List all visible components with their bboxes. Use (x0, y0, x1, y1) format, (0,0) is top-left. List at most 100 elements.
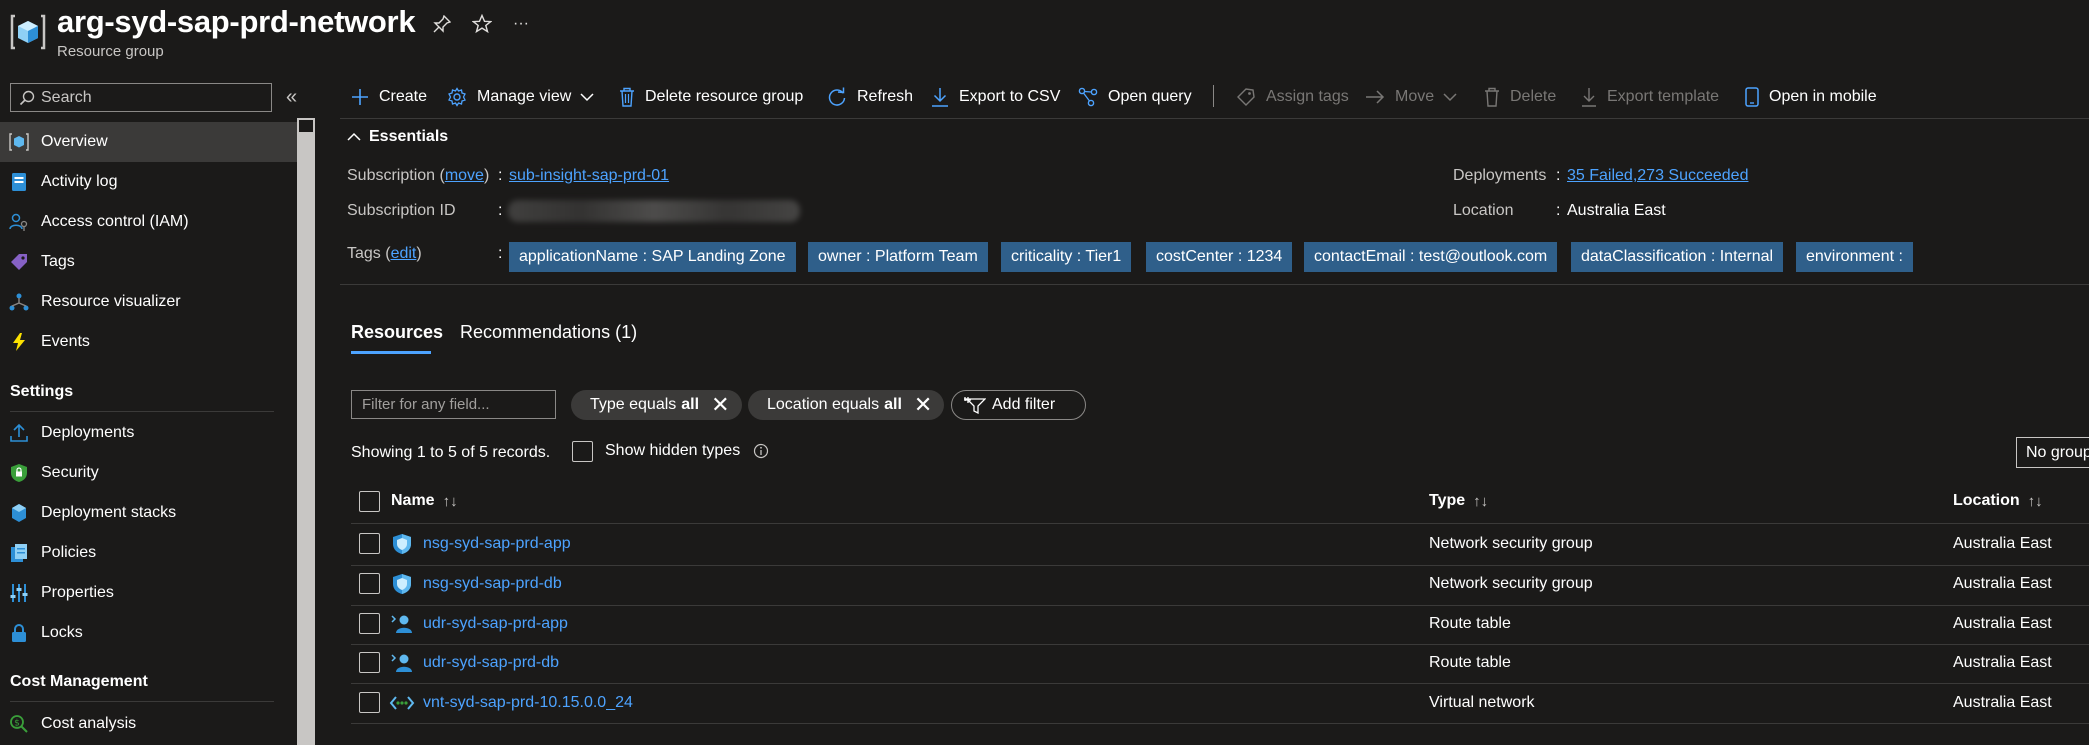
sidebar-item-label: Deployments (41, 424, 135, 441)
row-checkbox[interactable] (359, 613, 380, 634)
subscription-id-redacted (508, 200, 800, 222)
sidebar-item-events[interactable]: Events (0, 322, 297, 362)
lightning-icon (9, 332, 29, 352)
resource-location: Australia East (1953, 575, 2052, 592)
chevron-up-icon (347, 132, 361, 142)
subscription-id-label: Subscription ID (347, 202, 456, 219)
chevron-down-icon (1443, 92, 1457, 102)
tags-label: Tags (edit) (347, 245, 422, 262)
resource-type: Network security group (1429, 575, 1593, 592)
resource-name-link[interactable]: vnt-syd-sap-prd-10.15.0.0_24 (423, 694, 633, 712)
sort-icon[interactable]: ↑↓ (443, 493, 458, 510)
essentials-bottom-divider (340, 284, 2089, 285)
open-query-button[interactable]: Open query (1078, 84, 1192, 110)
sidebar-item-resource-visualizer[interactable]: Resource visualizer (0, 282, 297, 322)
sidebar-scrollbar[interactable] (297, 118, 315, 745)
tags-colon: : (498, 245, 503, 262)
edit-tags-link[interactable]: edit (391, 245, 417, 262)
pin-icon[interactable] (430, 12, 454, 36)
row-checkbox[interactable] (359, 573, 380, 594)
essentials-divider (340, 118, 2089, 119)
collapse-sidebar-icon[interactable]: « (286, 86, 297, 109)
sidebar-item-properties[interactable]: Properties (0, 573, 297, 613)
show-hidden-types-checkbox[interactable] (572, 441, 593, 462)
column-header-location[interactable]: Location ↑↓ (1953, 492, 2043, 510)
sidebar-item-overview[interactable]: Overview (0, 122, 297, 162)
open-query-label: Open query (1108, 88, 1192, 105)
essentials-toggle[interactable]: Essentials (347, 128, 448, 146)
sidebar-item-deployments[interactable]: Deployments (0, 413, 297, 453)
select-all-checkbox[interactable] (359, 491, 380, 512)
location-filter-pill[interactable]: Location equals all ✕ (748, 390, 945, 420)
tag-icon (9, 252, 29, 272)
delete-resource-group-button[interactable]: Delete resource group (619, 84, 803, 110)
sidebar-item-security[interactable]: Security (0, 453, 297, 493)
export-csv-button[interactable]: Export to CSV (931, 84, 1060, 110)
tab-recommendations[interactable]: Recommendations (1) (460, 322, 637, 343)
open-in-mobile-button[interactable]: Open in mobile (1745, 84, 1877, 110)
nsg-icon (391, 533, 413, 555)
route-table-icon (391, 652, 413, 674)
chevron-down-icon (580, 92, 594, 102)
filter-input[interactable]: Filter for any field... (351, 390, 556, 419)
mobile-icon (1745, 87, 1759, 107)
sidebar-item-policies[interactable]: Policies (0, 533, 297, 573)
tab-resources[interactable]: Resources (351, 322, 443, 343)
column-header-type[interactable]: Type ↑↓ (1429, 492, 1488, 510)
sort-icon[interactable]: ↑↓ (2028, 493, 2043, 510)
activity-log-icon (9, 172, 29, 192)
close-icon[interactable]: ✕ (711, 394, 729, 416)
refresh-button[interactable]: Refresh (827, 84, 913, 110)
iam-icon (9, 212, 29, 232)
tag-chip: dataClassification : Internal (1571, 242, 1784, 272)
subscription-colon: : (498, 167, 503, 184)
deployments-link[interactable]: 35 Failed,273 Succeeded (1567, 167, 1748, 185)
trash-icon (619, 87, 635, 107)
query-icon (1078, 87, 1098, 107)
sort-icon[interactable]: ↑↓ (1473, 493, 1488, 510)
star-icon[interactable] (470, 12, 494, 36)
create-button[interactable]: Create (351, 84, 427, 110)
sidebar-item-activity-log[interactable]: Activity log (0, 162, 297, 202)
type-filter-pill[interactable]: Type equals all ✕ (571, 390, 742, 420)
sidebar-item-label: Properties (41, 584, 114, 601)
manage-view-button[interactable]: Manage view (447, 84, 594, 110)
sidebar-item-access-control[interactable]: Access control (IAM) (0, 202, 297, 242)
row-checkbox[interactable] (359, 652, 380, 673)
settings-divider (10, 411, 274, 412)
move-button[interactable]: Move (1365, 84, 1457, 110)
resource-type: Route table (1429, 654, 1511, 671)
gear-icon (447, 87, 467, 107)
resource-location: Australia East (1953, 535, 2052, 552)
tag-chip: environment : (1796, 242, 1913, 272)
tag-chip: costCenter : 1234 (1146, 242, 1293, 272)
sidebar-search-input[interactable]: Search (10, 83, 272, 112)
assign-tags-button[interactable]: Assign tags (1236, 84, 1349, 110)
route-table-icon (391, 613, 413, 635)
sidebar-item-tags[interactable]: Tags (0, 242, 297, 282)
more-options-button[interactable]: ··· (509, 12, 533, 36)
export-template-button[interactable]: Export template (1581, 84, 1719, 110)
sidebar-item-deployment-stacks[interactable]: Deployment stacks (0, 493, 297, 533)
resource-name-link[interactable]: nsg-syd-sap-prd-app (423, 535, 571, 553)
add-filter-button[interactable]: Add filter (951, 390, 1086, 420)
row-checkbox[interactable] (359, 692, 380, 713)
resource-name-link[interactable]: udr-syd-sap-prd-db (423, 654, 559, 672)
move-label: Move (1395, 88, 1435, 105)
column-header-name[interactable]: Name ↑↓ (391, 492, 458, 510)
sidebar-item-locks[interactable]: Locks (0, 613, 297, 653)
info-icon[interactable] (753, 443, 769, 459)
scroll-up-arrow[interactable] (297, 118, 315, 134)
move-link[interactable]: move (445, 167, 484, 184)
resource-name-link[interactable]: nsg-syd-sap-prd-db (423, 575, 562, 593)
close-icon[interactable]: ✕ (914, 394, 932, 416)
grouping-dropdown[interactable]: No group (2016, 437, 2089, 468)
tag-chip: contactEmail : test@outlook.com (1304, 242, 1558, 272)
delete-button[interactable]: Delete (1484, 84, 1556, 110)
sidebar-item-cost-analysis[interactable]: $ Cost analysis (0, 704, 297, 744)
policy-icon (9, 543, 29, 563)
type-filter-label: Type equals (590, 396, 677, 413)
subscription-link[interactable]: sub-insight-sap-prd-01 (509, 167, 669, 185)
row-checkbox[interactable] (359, 533, 380, 554)
resource-name-link[interactable]: udr-syd-sap-prd-app (423, 615, 568, 633)
